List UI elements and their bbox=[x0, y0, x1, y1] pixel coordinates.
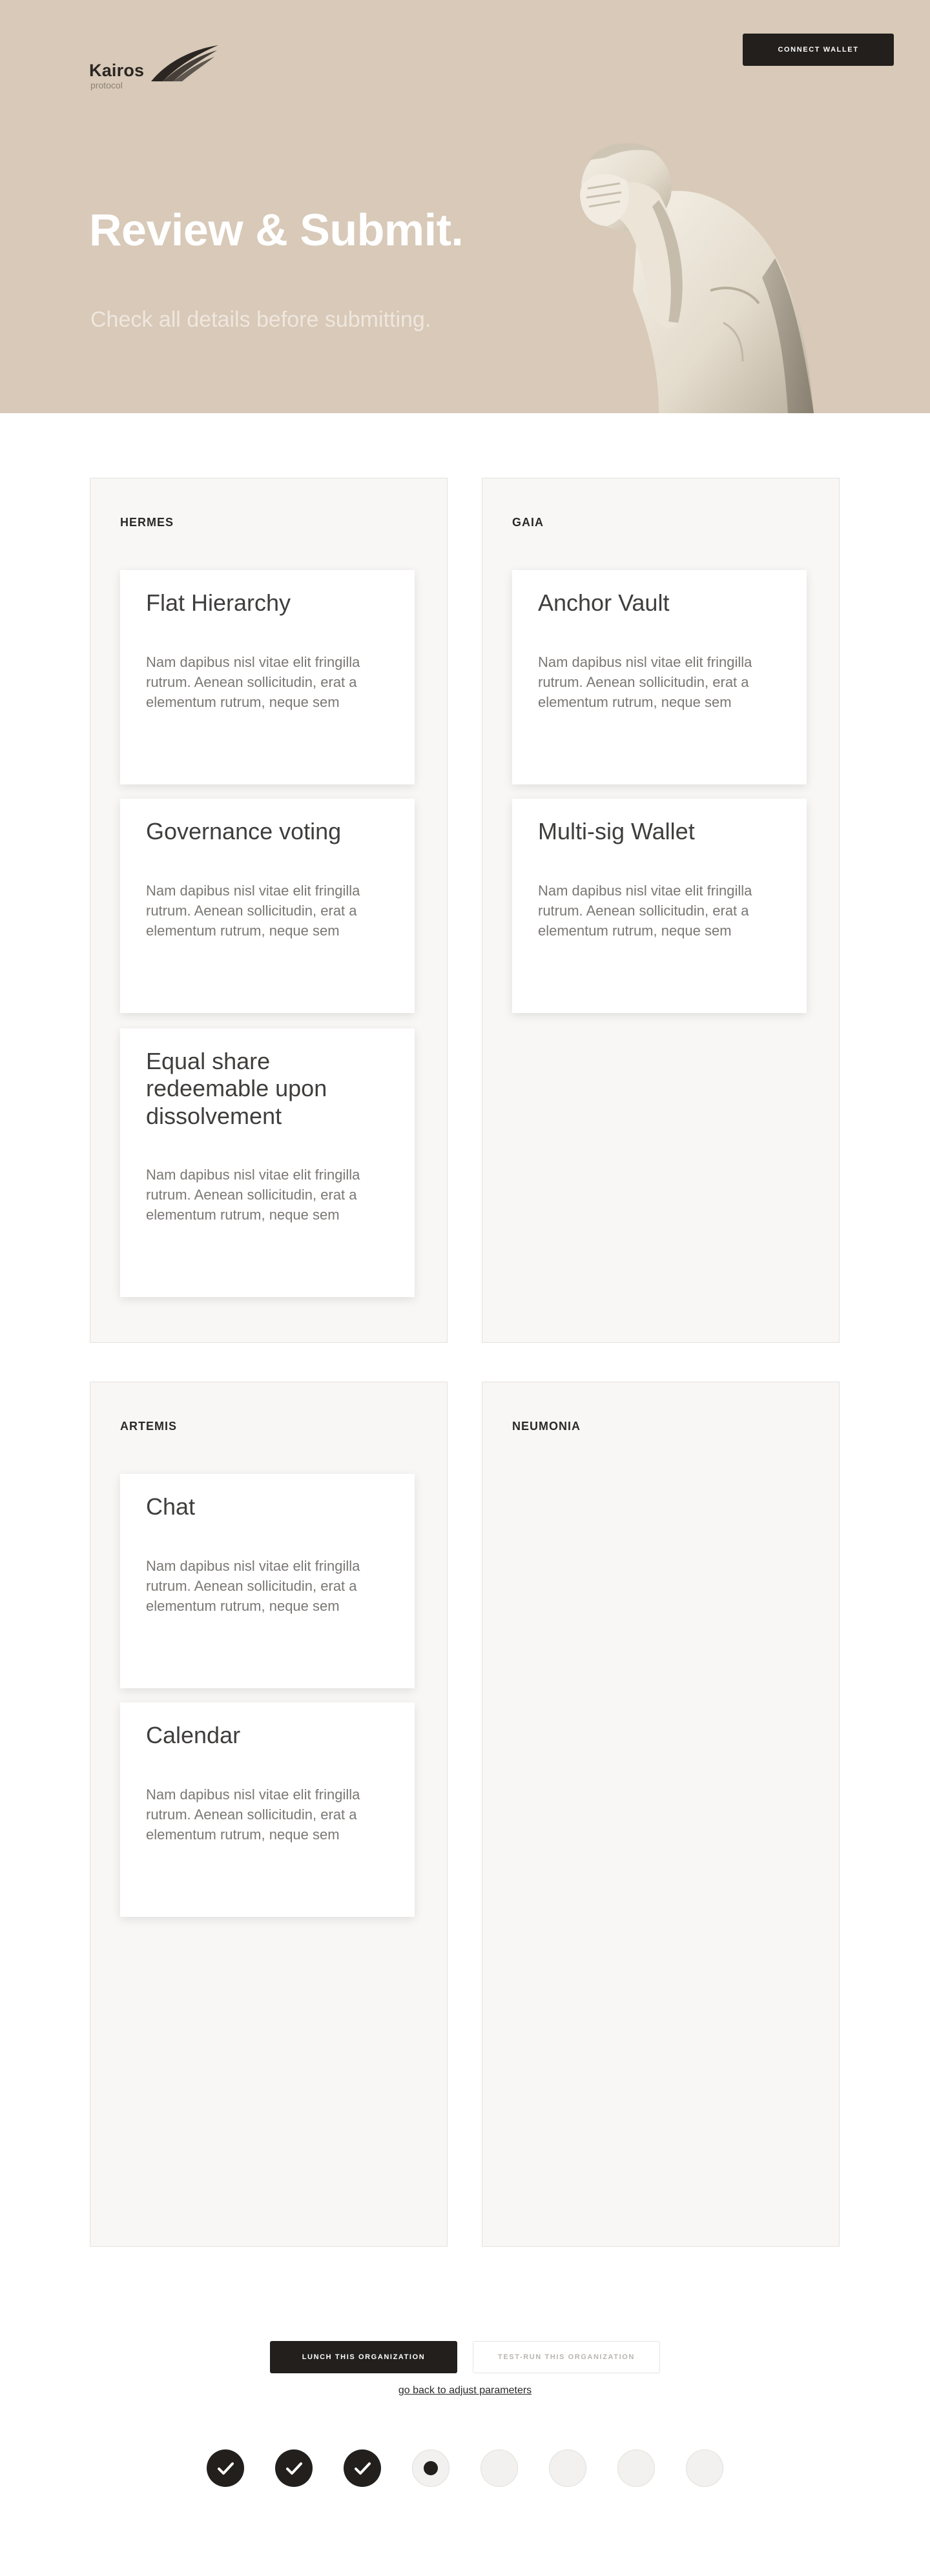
feature-card-anchor-vault[interactable]: Anchor Vault Nam dapibus nisl vitae elit… bbox=[512, 570, 807, 784]
feature-card-title: Flat Hierarchy bbox=[146, 589, 291, 616]
feature-card-title: Equal share redeemable upon dissolvement bbox=[146, 1048, 327, 1129]
go-back-link[interactable]: go back to adjust parameters bbox=[398, 2385, 532, 2396]
feature-card-description: Nam dapibus nisl vitae elit fringilla ru… bbox=[146, 1558, 360, 1614]
feature-card-calendar[interactable]: Calendar Nam dapibus nisl vitae elit fri… bbox=[120, 1702, 415, 1917]
feature-card-description: Nam dapibus nisl vitae elit fringilla ru… bbox=[146, 1167, 360, 1223]
feature-card-description: Nam dapibus nisl vitae elit fringilla ru… bbox=[146, 1786, 360, 1843]
step-indicator-2[interactable] bbox=[275, 2449, 313, 2487]
feature-card-governance-voting[interactable]: Governance voting Nam dapibus nisl vitae… bbox=[120, 799, 415, 1013]
panel-title: GAIA bbox=[512, 516, 544, 529]
panel-neumonia: NEUMONIA bbox=[482, 1382, 840, 2247]
logo[interactable]: Kairos protocol bbox=[89, 41, 218, 99]
check-icon bbox=[286, 2462, 302, 2475]
panel-hermes: HERMES Flat Hierarchy Nam dapibus nisl v… bbox=[90, 478, 448, 1343]
logo-wordmark: Kairos bbox=[89, 61, 145, 80]
feature-card-title: Governance voting bbox=[146, 818, 342, 844]
step-indicator-1[interactable] bbox=[207, 2449, 244, 2487]
feature-card-title: Anchor Vault bbox=[538, 589, 670, 616]
panel-gaia: GAIA Anchor Vault Nam dapibus nisl vitae… bbox=[482, 478, 840, 1343]
step-indicator-5[interactable] bbox=[480, 2449, 518, 2487]
step-indicator-6[interactable] bbox=[549, 2449, 586, 2487]
feature-card-title: Calendar bbox=[146, 1722, 241, 1748]
panel-artemis: ARTEMIS Chat Nam dapibus nisl vitae elit… bbox=[90, 1382, 448, 2247]
step-indicator-8[interactable] bbox=[686, 2449, 723, 2487]
feature-card-title: Chat bbox=[146, 1493, 196, 1520]
hero-banner: Kairos protocol CONNECT WALLET Review & … bbox=[0, 0, 930, 413]
panel-title: NEUMONIA bbox=[512, 1420, 581, 1433]
feature-card-flat-hierarchy[interactable]: Flat Hierarchy Nam dapibus nisl vitae el… bbox=[120, 570, 415, 784]
feature-card-description: Nam dapibus nisl vitae elit fringilla ru… bbox=[146, 654, 360, 710]
connect-wallet-button[interactable]: CONNECT WALLET bbox=[743, 34, 894, 66]
back-link-row: go back to adjust parameters bbox=[0, 2385, 930, 2397]
page-title: Review & Submit. bbox=[89, 205, 464, 255]
feature-card-equal-share[interactable]: Equal share redeemable upon dissolvement… bbox=[120, 1028, 415, 1297]
check-icon bbox=[218, 2462, 234, 2475]
feature-card-description: Nam dapibus nisl vitae elit fringilla ru… bbox=[538, 883, 752, 939]
feature-card-title: Multi-sig Wallet bbox=[538, 818, 695, 844]
check-icon bbox=[355, 2462, 371, 2475]
feature-card-description: Nam dapibus nisl vitae elit fringilla ru… bbox=[146, 883, 360, 939]
panel-title: HERMES bbox=[120, 516, 174, 529]
feature-card-chat[interactable]: Chat Nam dapibus nisl vitae elit fringil… bbox=[120, 1474, 415, 1688]
step-indicator-3[interactable] bbox=[344, 2449, 381, 2487]
logo-subtitle: protocol bbox=[90, 80, 123, 90]
wing-logo-icon bbox=[151, 45, 218, 81]
step-indicator-7[interactable] bbox=[617, 2449, 655, 2487]
launch-organization-button[interactable]: LUNCH THIS ORGANIZATION bbox=[270, 2341, 457, 2373]
statue-image bbox=[580, 143, 814, 413]
feature-card-multisig-wallet[interactable]: Multi-sig Wallet Nam dapibus nisl vitae … bbox=[512, 799, 807, 1013]
page-subtitle: Check all details before submitting. bbox=[90, 307, 431, 332]
feature-card-description: Nam dapibus nisl vitae elit fringilla ru… bbox=[538, 654, 752, 710]
panel-title: ARTEMIS bbox=[120, 1420, 177, 1433]
test-run-organization-button[interactable]: TEST-RUN THIS ORGANIZATION bbox=[473, 2341, 660, 2373]
step-indicator-4-current[interactable] bbox=[412, 2449, 450, 2487]
